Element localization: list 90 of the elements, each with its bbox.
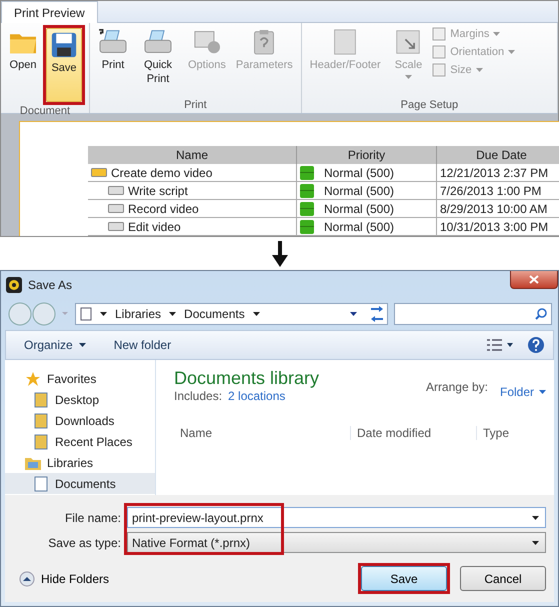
- library-folder-icon: [25, 456, 41, 470]
- ribbon-button[interactable]: Quick Print: [134, 25, 182, 99]
- ribbon-button[interactable]: Print: [94, 25, 132, 99]
- scale-page-icon: [395, 29, 422, 55]
- dialog-button[interactable]: Save: [361, 566, 447, 591]
- hide-folders-button[interactable]: Hide Folders: [13, 570, 110, 586]
- field-label: Save as type:: [47, 536, 121, 550]
- clipboard-question-icon: [252, 29, 276, 55]
- table-cell: Write script: [88, 182, 297, 200]
- priority-bar-icon: [300, 202, 314, 216]
- nav-item[interactable]: Documents: [5, 473, 155, 494]
- table-cell: Edit video: [88, 218, 297, 236]
- table-cell: Normal (500): [297, 200, 437, 218]
- task-icon: [108, 204, 124, 213]
- help-icon[interactable]: [527, 336, 545, 354]
- page-layout-icon: [432, 27, 446, 41]
- table-cell: Normal (500): [297, 218, 437, 236]
- column-header: Name: [88, 146, 297, 164]
- breadcrumb-link[interactable]: Documents: [184, 307, 245, 321]
- task-icon: [91, 168, 107, 177]
- close-button[interactable]: [510, 271, 558, 289]
- table-cell: Record video: [88, 200, 297, 218]
- search-icon: [535, 308, 547, 320]
- group-label: Print: [183, 99, 208, 113]
- caret-icon: [252, 312, 260, 316]
- table-cell: 12/21/2013 2:37 PM: [437, 164, 559, 182]
- caret-icon: [493, 32, 500, 36]
- table-cell: 8/29/2013 10:00 AM: [437, 200, 559, 218]
- caret-icon: [404, 75, 412, 79]
- caret-icon: [476, 68, 483, 72]
- caret-icon: [539, 390, 546, 394]
- dialog-button[interactable]: Cancel: [460, 566, 546, 591]
- close-icon: [529, 275, 539, 284]
- table-cell: Normal (500): [297, 164, 437, 182]
- caret-icon: [100, 312, 107, 316]
- breadcrumb-link[interactable]: Libraries: [115, 307, 162, 321]
- ribbon-tab[interactable]: Print Preview: [1, 1, 98, 23]
- page-layout-icon: [432, 45, 446, 59]
- includes-label: Includes:: [174, 389, 222, 403]
- document-icon: [33, 476, 49, 492]
- nav-item[interactable]: Libraries: [5, 452, 155, 473]
- nav-item[interactable]: Recent Places: [5, 431, 155, 452]
- caret-icon: [169, 312, 176, 316]
- table-cell: 7/26/2013 1:00 PM: [437, 182, 559, 200]
- locations-link[interactable]: 2 locations: [228, 389, 286, 403]
- column-header[interactable]: Date modified: [350, 426, 476, 440]
- column-header[interactable]: Name: [174, 426, 350, 440]
- type-dropdown[interactable]: Native Format (*.prnx): [127, 532, 546, 553]
- toolbar-button[interactable]: New folder: [114, 338, 172, 352]
- arrange-label: Arrange by:: [426, 380, 488, 396]
- library-title: Documents library: [174, 368, 320, 389]
- priority-bar-icon: [300, 184, 314, 198]
- caret-icon: [350, 312, 357, 316]
- column-header: Priority: [297, 146, 437, 164]
- window-title: Save As: [28, 278, 72, 292]
- nav-item[interactable]: Favorites: [5, 368, 155, 389]
- app-icon: [6, 276, 22, 292]
- task-icon: [108, 186, 124, 195]
- document-icon: [80, 307, 92, 321]
- collapse-icon: [19, 570, 35, 586]
- group-label: Document: [18, 105, 72, 117]
- printer-icon: [98, 29, 128, 55]
- view-list-icon[interactable]: [487, 339, 513, 351]
- priority-bar-icon: [300, 166, 314, 180]
- search-field[interactable]: [394, 303, 552, 325]
- column-header: Due Date: [437, 146, 559, 164]
- nav-item[interactable]: Desktop: [5, 389, 155, 410]
- task-icon: [108, 222, 124, 231]
- ribbon-button[interactable]: Save: [46, 28, 82, 102]
- nav-item[interactable]: Downloads: [5, 410, 155, 431]
- toolbar-button[interactable]: Organize: [24, 338, 86, 352]
- arrange-dropdown[interactable]: Folder: [500, 380, 546, 403]
- caret-icon: [532, 540, 539, 544]
- caret-icon: [78, 343, 86, 347]
- table-cell: 10/31/2013 3:00 PM: [437, 218, 559, 236]
- column-header[interactable]: Type: [476, 426, 546, 440]
- group-label: Page Setup: [400, 99, 460, 113]
- star-icon: [25, 370, 41, 386]
- table-cell: Normal (500): [297, 182, 437, 200]
- caret-icon: [532, 516, 539, 520]
- down-arrow-icon: [272, 240, 288, 266]
- printer-icon: [143, 29, 173, 55]
- table-cell: Create demo video: [88, 164, 297, 182]
- page-layout-icon: [432, 63, 446, 77]
- caret-icon: [508, 50, 516, 54]
- ribbon-button[interactable]: Open: [5, 25, 41, 99]
- page-icon: [332, 29, 358, 55]
- priority-bar-icon: [300, 220, 314, 234]
- field-label: File name:: [64, 510, 121, 524]
- file-name-field[interactable]: print-preview-layout.prnx: [127, 507, 546, 528]
